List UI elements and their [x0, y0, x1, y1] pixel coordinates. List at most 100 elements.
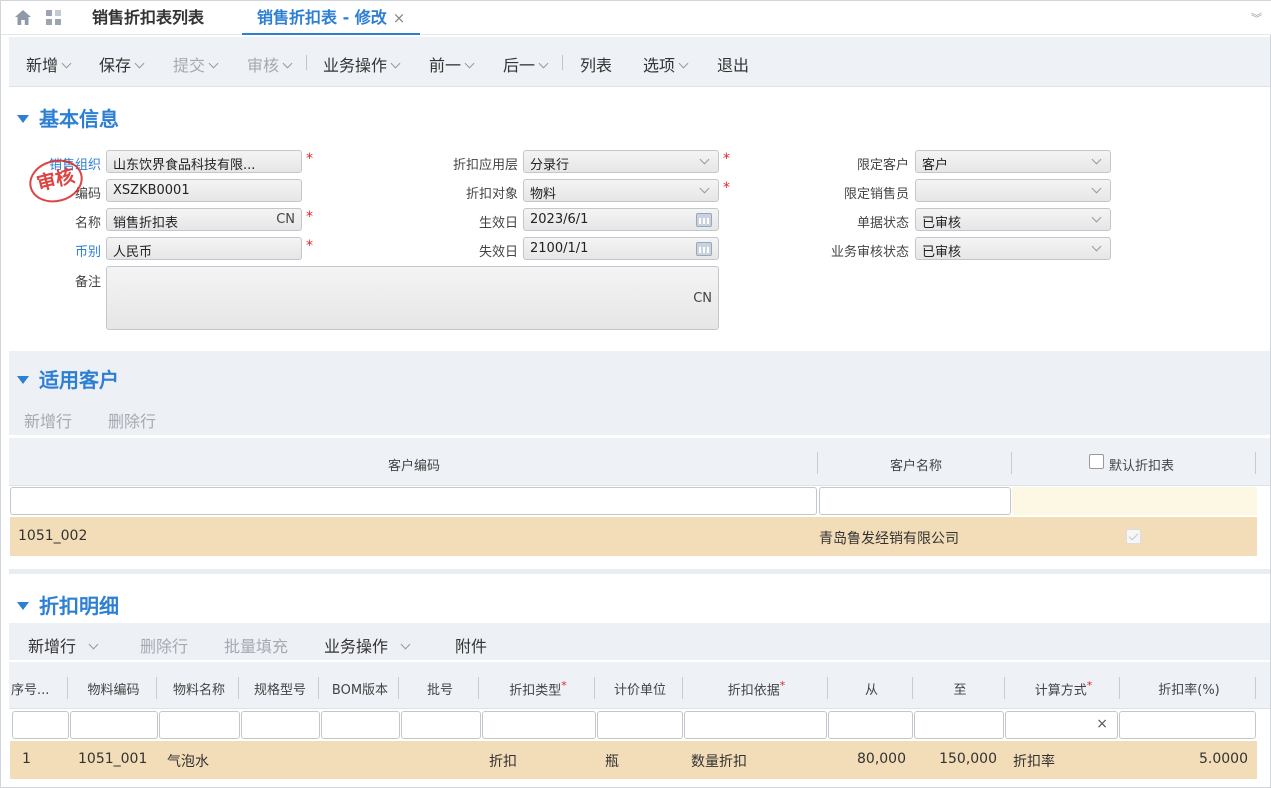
- rate-filter-input[interactable]: [1119, 711, 1256, 739]
- column-header-to[interactable]: 至: [914, 679, 1006, 698]
- chevron-down-icon[interactable]: [134, 58, 145, 69]
- save-button[interactable]: 保存: [99, 52, 145, 76]
- audit-button[interactable]: 审核: [247, 52, 293, 76]
- table-row[interactable]: 1 1051_001 气泡水 折扣 瓶 数量折扣 80,000 150,000 …: [10, 741, 1257, 779]
- unit-filter-input[interactable]: [597, 711, 683, 739]
- attachment-button[interactable]: 附件: [455, 633, 487, 657]
- discount-object-select[interactable]: 物料: [523, 179, 719, 202]
- sales-org-field[interactable]: 山东饮界食品科技有限...: [106, 150, 302, 173]
- apply-level-label: 折扣应用层: [452, 158, 518, 173]
- tab-discount-list[interactable]: 销售折扣表列表: [92, 1, 204, 35]
- detail-business-ops-button[interactable]: 业务操作: [324, 633, 411, 657]
- column-header-rate[interactable]: 折扣率(%): [1121, 679, 1257, 698]
- doc-status-select[interactable]: 已审核: [915, 208, 1111, 231]
- discount-type-filter-input[interactable]: [482, 711, 596, 739]
- customer-grid-header: 客户编码 客户名称 默认折扣表: [9, 438, 1270, 486]
- section-basic-info-header[interactable]: 基本信息: [17, 103, 119, 132]
- exit-button[interactable]: 退出: [717, 52, 749, 76]
- column-header-default[interactable]: 默认折扣表: [1109, 455, 1174, 474]
- detail-add-row-button[interactable]: 新增行: [28, 633, 99, 657]
- chevron-down-icon[interactable]: [1091, 241, 1102, 252]
- spec-filter-input[interactable]: [241, 711, 320, 739]
- chevron-down-icon[interactable]: [390, 58, 401, 69]
- list-button[interactable]: 列表: [580, 52, 612, 76]
- name-field[interactable]: 销售折扣表 CN: [106, 208, 302, 231]
- table-row[interactable]: 1051_002 青岛鲁发经销有限公司: [10, 517, 1257, 556]
- business-ops-button[interactable]: 业务操作: [323, 52, 401, 76]
- close-icon[interactable]: ×: [393, 9, 406, 27]
- apply-level-select[interactable]: 分录行: [523, 150, 719, 173]
- detail-delete-row-button[interactable]: 删除行: [140, 633, 188, 657]
- language-suffix[interactable]: CN: [693, 291, 712, 306]
- customer-name-filter-input[interactable]: [819, 487, 1011, 515]
- column-header-calc-method[interactable]: 计算方式*: [1006, 679, 1121, 698]
- chevron-double-down-icon[interactable]: ︾: [1251, 10, 1262, 26]
- from-filter-input[interactable]: [828, 711, 913, 739]
- customer-delete-row-button[interactable]: 删除行: [108, 408, 156, 432]
- section-customers-header[interactable]: 适用客户: [17, 364, 119, 393]
- column-header-basis[interactable]: 折扣依据*: [684, 679, 829, 698]
- options-button[interactable]: 选项: [643, 52, 689, 76]
- seq-filter-input[interactable]: [12, 711, 69, 739]
- tab-discount-edit[interactable]: 销售折扣表 - 修改 ×: [242, 1, 421, 35]
- next-button[interactable]: 后一: [503, 52, 549, 76]
- bom-filter-input[interactable]: [321, 711, 400, 739]
- clear-icon[interactable]: ×: [1096, 716, 1108, 732]
- column-header-material-name[interactable]: 物料名称: [158, 679, 240, 698]
- column-header-bom[interactable]: BOM版本: [320, 679, 400, 698]
- expiry-date-field[interactable]: 2100/1/1: [523, 237, 719, 260]
- chevron-down-icon[interactable]: [61, 58, 72, 69]
- default-filter-cell[interactable]: [1012, 487, 1257, 515]
- chevron-down-icon[interactable]: [400, 639, 411, 650]
- column-divider: [318, 677, 319, 699]
- chevron-down-icon[interactable]: [1091, 212, 1102, 223]
- column-header-customer-code[interactable]: 客户编码: [9, 455, 819, 474]
- limit-salesman-select[interactable]: [915, 179, 1111, 202]
- chevron-down-icon[interactable]: [88, 639, 99, 650]
- chevron-down-icon[interactable]: [1091, 183, 1102, 194]
- chevron-down-icon[interactable]: [282, 58, 293, 69]
- calc-method-filter-input[interactable]: ×: [1005, 711, 1118, 739]
- to-filter-input[interactable]: [914, 711, 1004, 739]
- remark-textarea[interactable]: CN: [106, 266, 719, 330]
- batch-fill-button[interactable]: 批量填充: [224, 633, 288, 657]
- batch-filter-input[interactable]: [401, 711, 481, 739]
- apps-icon[interactable]: [46, 10, 66, 26]
- effective-date-field[interactable]: 2023/6/1: [523, 208, 719, 231]
- code-field[interactable]: XSZKB0001: [106, 179, 302, 202]
- column-header-from[interactable]: 从: [829, 679, 914, 698]
- column-header-discount-type[interactable]: 折扣类型*: [480, 679, 596, 698]
- chevron-down-icon[interactable]: [678, 58, 689, 69]
- calendar-icon[interactable]: [696, 242, 712, 256]
- default-all-checkbox[interactable]: [1089, 454, 1104, 469]
- chevron-down-icon[interactable]: [538, 58, 549, 69]
- customer-add-row-button[interactable]: 新增行: [24, 408, 72, 432]
- language-suffix[interactable]: CN: [276, 212, 295, 227]
- submit-button[interactable]: 提交: [173, 52, 219, 76]
- previous-button[interactable]: 前一: [429, 52, 475, 76]
- chevron-down-icon[interactable]: [1091, 154, 1102, 165]
- column-header-material-code[interactable]: 物料编码: [69, 679, 158, 698]
- calendar-icon[interactable]: [696, 213, 712, 227]
- column-header-spec[interactable]: 规格型号: [240, 679, 320, 698]
- currency-field[interactable]: 人民币: [106, 237, 302, 260]
- chevron-down-icon[interactable]: [464, 58, 475, 69]
- biz-audit-status-select[interactable]: 已审核: [915, 237, 1111, 260]
- default-checkbox[interactable]: [1126, 529, 1141, 544]
- chevron-down-icon[interactable]: [699, 183, 710, 194]
- currency-label[interactable]: 币别: [21, 241, 101, 260]
- material-name-filter-input[interactable]: [159, 711, 240, 739]
- chevron-down-icon[interactable]: [699, 154, 710, 165]
- column-header-unit[interactable]: 计价单位: [596, 679, 684, 698]
- customer-code-filter-input[interactable]: [10, 487, 817, 515]
- add-button[interactable]: 新增: [26, 52, 72, 76]
- chevron-down-icon[interactable]: [208, 58, 219, 69]
- material-code-filter-input[interactable]: [70, 711, 158, 739]
- column-header-seq[interactable]: 序号...: [11, 679, 69, 698]
- basis-filter-input[interactable]: [684, 711, 827, 739]
- section-details-header[interactable]: 折扣明细: [17, 590, 119, 619]
- limit-customer-select[interactable]: 客户: [915, 150, 1111, 173]
- column-header-customer-name[interactable]: 客户名称: [819, 455, 1013, 474]
- home-icon[interactable]: [14, 9, 32, 26]
- column-header-batch[interactable]: 批号: [400, 679, 480, 698]
